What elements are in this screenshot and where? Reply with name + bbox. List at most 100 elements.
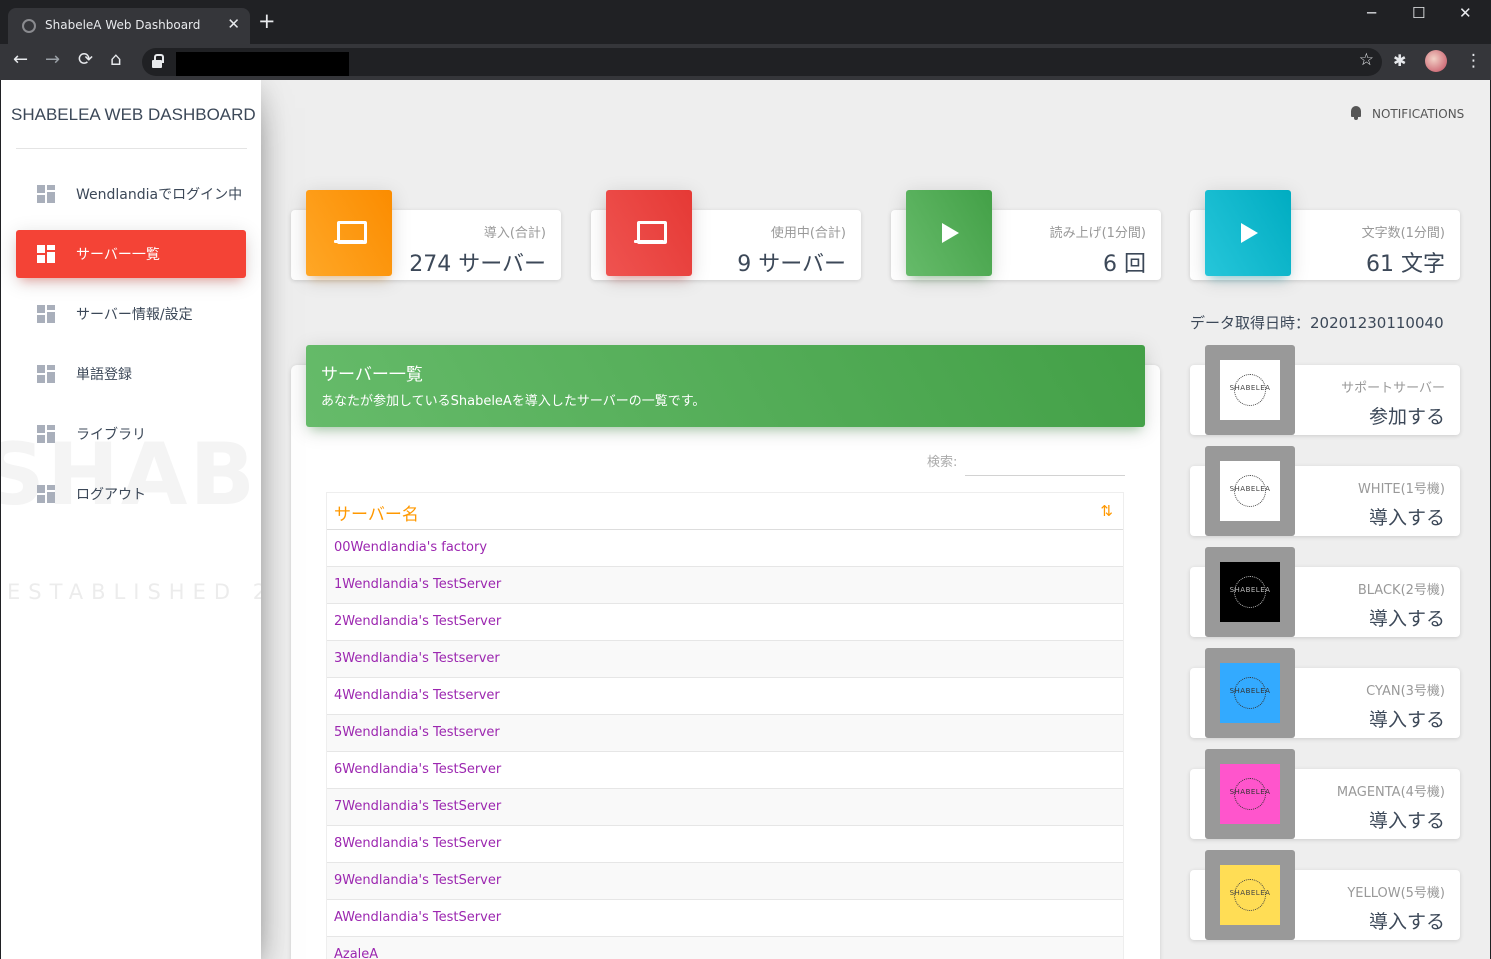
browser-window: ShabeleA Web Dashboard ✕ + ─ ☐ ✕ ← → ⟳ ⌂… [0, 0, 1491, 959]
sidebar-item[interactable]: 単語登録 [16, 350, 246, 398]
dashboard-icon [37, 425, 55, 443]
new-tab-button[interactable]: + [258, 11, 276, 32]
sidebar-item-label: Wendlandiaでログイン中 [76, 187, 243, 203]
stat-icon-tile [306, 190, 392, 276]
server-link[interactable]: AWendlandia's TestServer [334, 910, 501, 925]
server-list-title: サーバー一覧 [321, 365, 423, 385]
server-link[interactable]: AzaleA [334, 947, 378, 959]
close-tab-icon[interactable]: ✕ [227, 15, 240, 33]
search-input[interactable] [965, 446, 1125, 476]
server-link[interactable]: 3Wendlandia's Testserver [334, 651, 500, 666]
sidebar-item[interactable]: ライブラリ [16, 410, 246, 458]
server-link[interactable]: 7Wendlandia's TestServer [334, 799, 501, 814]
server-link[interactable]: 2Wendlandia's TestServer [334, 614, 501, 629]
bot-avatar-frame: SHABELEA [1205, 749, 1295, 839]
bot-category: YELLOW(5号機) [1347, 886, 1445, 901]
bot-avatar: SHABELEA [1220, 562, 1280, 622]
column-header-server-name[interactable]: サーバー名 [334, 500, 419, 525]
sidebar-item[interactable]: サーバー情報/設定 [16, 290, 246, 338]
bot-action-link[interactable]: 導入する [1369, 705, 1445, 732]
bot-avatar-frame: SHABELEA [1205, 648, 1295, 738]
minimize-icon[interactable]: ─ [1367, 4, 1376, 22]
forward-icon[interactable]: → [45, 50, 60, 70]
server-table: サーバー名 ⇅ 00Wendlandia's factory 1Wendlandi… [326, 492, 1124, 959]
bot-action-link[interactable]: 導入する [1369, 806, 1445, 833]
sidebar-item[interactable]: サーバー一覧 [16, 230, 246, 278]
bot-action-link[interactable]: 導入する [1369, 503, 1445, 530]
stat-card: 読み上げ(1分間) 6 回 [891, 190, 1161, 280]
bot-avatar: SHABELEA [1220, 461, 1280, 521]
bot-card: SHABELEA WHITE(1号機) 導入する [1190, 446, 1460, 536]
bot-category: サポートサーバー [1341, 381, 1445, 396]
home-icon[interactable]: ⌂ [110, 50, 121, 70]
bot-card: SHABELEA MAGENTA(4号機) 導入する [1190, 749, 1460, 839]
sidebar-watermark-subtitle: ESTABLISHED 20 [7, 580, 261, 604]
browser-toolbar: ← → ⟳ ⌂ ☆ ✱ ⋮ [0, 44, 1491, 80]
profile-avatar[interactable] [1425, 50, 1447, 72]
table-row[interactable]: 6Wendlandia's TestServer [327, 752, 1123, 789]
notifications-link[interactable]: NOTIFICATIONS [1350, 106, 1464, 121]
bot-action-link[interactable]: 導入する [1369, 604, 1445, 631]
stat-value: 274 サーバー [409, 252, 546, 277]
sidebar-item[interactable]: Wendlandiaでログイン中 [16, 170, 246, 218]
play-icon [1241, 223, 1258, 243]
table-row[interactable]: AWendlandia's TestServer [327, 900, 1123, 937]
globe-icon [22, 19, 36, 33]
server-list-header: サーバー一覧 あなたが参加しているShabeleAを導入したサーバーの一覧です。 [306, 345, 1145, 427]
bot-action-link[interactable]: 参加する [1369, 402, 1445, 429]
reload-icon[interactable]: ⟳ [78, 50, 93, 70]
stat-card: 文字数(1分間) 61 文字 [1190, 190, 1460, 280]
table-row[interactable]: 7Wendlandia's TestServer [327, 789, 1123, 826]
brand-title[interactable]: SHABELEA WEB DASHBOARD [11, 105, 256, 125]
page-content: SHABEL! ESTABLISHED 20 SHABELEA WEB DASH… [1, 80, 1490, 959]
table-header[interactable]: サーバー名 ⇅ [327, 493, 1123, 530]
extensions-icon[interactable]: ✱ [1393, 51, 1406, 70]
browser-tab[interactable]: ShabeleA Web Dashboard ✕ [8, 8, 250, 44]
address-bar[interactable]: ☆ [142, 48, 1382, 76]
bot-logo-text: SHABELEA [1229, 788, 1271, 796]
table-row[interactable]: 00Wendlandia's factory [327, 530, 1123, 567]
browser-menu-icon[interactable]: ⋮ [1465, 51, 1482, 71]
table-row[interactable]: 4Wendlandia's Testserver [327, 678, 1123, 715]
bookmark-star-icon[interactable]: ☆ [1359, 50, 1374, 70]
table-row[interactable]: 9Wendlandia's TestServer [327, 863, 1123, 900]
stat-category: 読み上げ(1分間) [1049, 226, 1146, 241]
stat-card: 使用中(合計) 9 サーバー [591, 190, 861, 280]
stat-category: 文字数(1分間) [1361, 226, 1445, 241]
tab-strip: ShabeleA Web Dashboard ✕ + ─ ☐ ✕ [0, 0, 1491, 44]
search-label: 検索: [927, 455, 958, 470]
server-link[interactable]: 6Wendlandia's TestServer [334, 762, 501, 777]
bot-logo-text: SHABELEA [1229, 586, 1271, 594]
sidebar-item-label: ライブラリ [76, 427, 146, 443]
bot-avatar: SHABELEA [1220, 764, 1280, 824]
notifications-label: NOTIFICATIONS [1372, 107, 1465, 121]
server-link[interactable]: 1Wendlandia's TestServer [334, 577, 501, 592]
sidebar-item[interactable]: ログアウト [16, 470, 246, 518]
sort-icon[interactable]: ⇅ [1100, 502, 1113, 520]
bot-card: SHABELEA CYAN(3号機) 導入する [1190, 648, 1460, 738]
stat-category: 使用中(合計) [770, 226, 846, 241]
table-row[interactable]: 1Wendlandia's TestServer [327, 567, 1123, 604]
server-link[interactable]: 5Wendlandia's Testserver [334, 725, 500, 740]
table-row[interactable]: 3Wendlandia's Testserver [327, 641, 1123, 678]
table-row[interactable]: AzaleA [327, 937, 1123, 959]
bot-avatar-frame: SHABELEA [1205, 547, 1295, 637]
maximize-icon[interactable]: ☐ [1412, 4, 1425, 22]
table-row[interactable]: 2Wendlandia's TestServer [327, 604, 1123, 641]
bot-action-link[interactable]: 導入する [1369, 907, 1445, 934]
back-icon[interactable]: ← [13, 50, 28, 70]
sidebar-item-label: サーバー情報/設定 [76, 307, 193, 323]
bot-category: CYAN(3号機) [1366, 684, 1445, 699]
bot-category: WHITE(1号機) [1357, 482, 1445, 497]
redacted-url [176, 52, 349, 76]
server-link[interactable]: 00Wendlandia's factory [334, 540, 487, 555]
bot-avatar: SHABELEA [1220, 865, 1280, 925]
lock-icon [151, 54, 164, 68]
server-link[interactable]: 4Wendlandia's Testserver [334, 688, 500, 703]
server-link[interactable]: 8Wendlandia's TestServer [334, 836, 501, 851]
table-row[interactable]: 8Wendlandia's TestServer [327, 826, 1123, 863]
window-close-icon[interactable]: ✕ [1459, 4, 1472, 22]
bot-card: SHABELEA BLACK(2号機) 導入する [1190, 547, 1460, 637]
table-row[interactable]: 5Wendlandia's Testserver [327, 715, 1123, 752]
server-link[interactable]: 9Wendlandia's TestServer [334, 873, 501, 888]
